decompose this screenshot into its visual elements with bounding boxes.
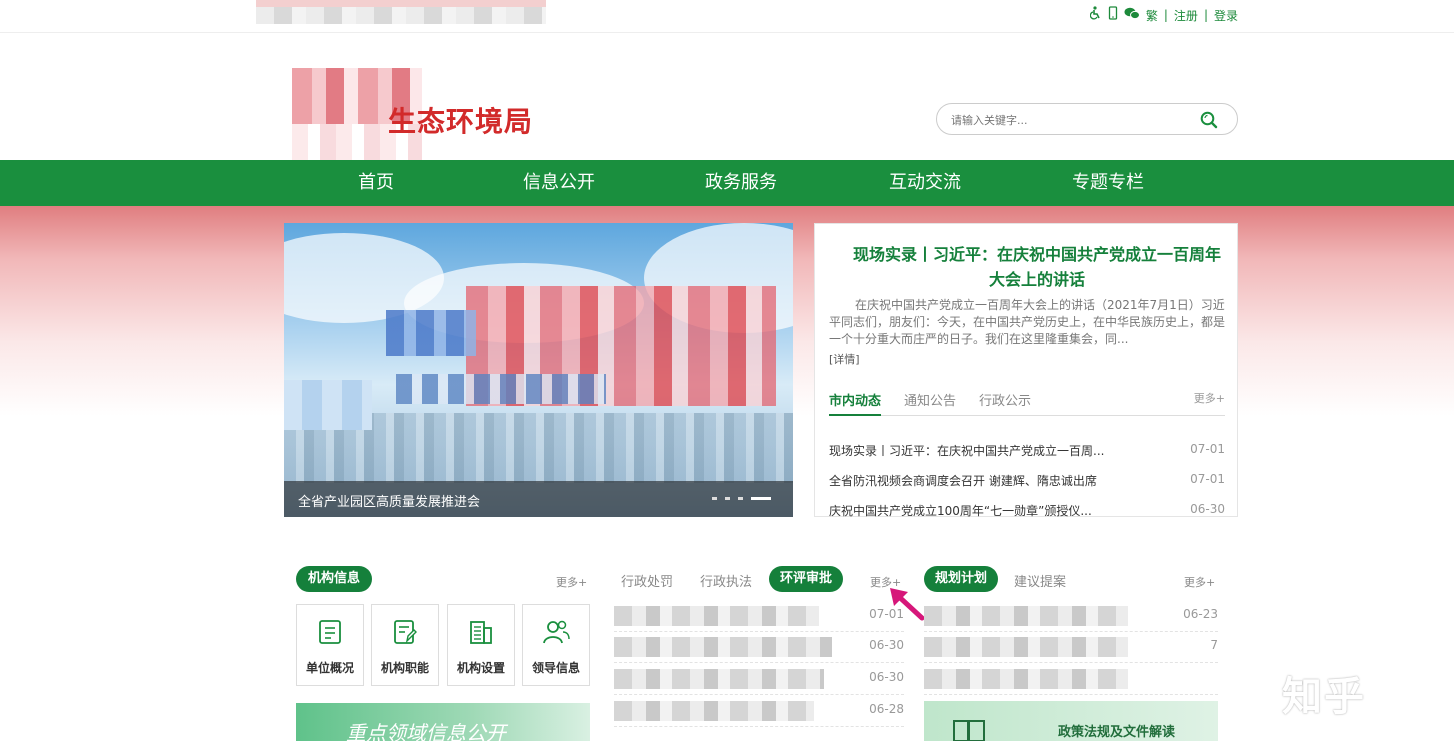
tab-planning[interactable]: 规划计划 bbox=[924, 566, 999, 592]
table-row[interactable]: 06-23 bbox=[924, 602, 1218, 632]
news-list: 现场实录丨习近平：在庆祝中国共产党成立一百周... 07-01 全省防汛视频会商… bbox=[829, 442, 1225, 532]
slide-dot[interactable] bbox=[725, 497, 730, 500]
mobile-icon[interactable] bbox=[1108, 6, 1118, 24]
tab-city-news[interactable]: 市内动态 bbox=[829, 390, 882, 416]
traditional-chinese-link[interactable]: 繁 bbox=[1146, 7, 1158, 24]
news-date: 07-01 bbox=[1190, 472, 1225, 486]
search-box bbox=[936, 103, 1238, 135]
news-more-link[interactable]: 更多+ bbox=[1194, 390, 1225, 406]
tab-proposals[interactable]: 建议提案 bbox=[1014, 571, 1066, 590]
document-edit-icon bbox=[394, 620, 417, 644]
blurred-row-title bbox=[614, 701, 814, 721]
watermark-text: 知乎 bbox=[1282, 674, 1366, 720]
wechat-icon[interactable] bbox=[1124, 7, 1140, 24]
site-header: 生态环境局 bbox=[0, 34, 1454, 160]
news-tabs: 市内动态 通知公告 行政公示 更多+ bbox=[829, 390, 1225, 416]
section-title-org-info[interactable]: 机构信息 bbox=[296, 566, 373, 592]
row-date: 06-30 bbox=[869, 638, 904, 652]
tile-structure[interactable]: 机构设置 bbox=[447, 604, 515, 686]
list-item[interactable]: 庆祝中国共产党成立100周年“七一勋章”颁授仪... 06-30 bbox=[829, 502, 1225, 532]
news-card: 现场实录丨习近平：在庆祝中国共产党成立一百周年大会上的讲话 在庆祝中国共产党成立… bbox=[814, 223, 1238, 518]
blurred-banner-text bbox=[284, 380, 372, 430]
top-bar: 繁 | 注册 | 登录 bbox=[0, 0, 1454, 33]
table-row[interactable]: 07-01 bbox=[614, 602, 904, 632]
banner-slideshow[interactable]: 全省产业园区高质量发展推进会 bbox=[284, 223, 793, 517]
table-row[interactable]: 06-30 bbox=[614, 665, 904, 695]
search-icon[interactable] bbox=[1199, 110, 1219, 130]
news-title[interactable]: 现场实录丨习近平：在庆祝中国共产党成立一百周... bbox=[829, 442, 1159, 459]
nav-item-government-services[interactable]: 政务服务 bbox=[681, 160, 801, 206]
row-date: 06-30 bbox=[869, 670, 904, 684]
blurred-row-title bbox=[924, 637, 1128, 657]
nav-item-interaction[interactable]: 互动交流 bbox=[865, 160, 985, 206]
register-link[interactable]: 注册 bbox=[1174, 7, 1198, 24]
focus-area-banner-text: 重点领域信息公开 bbox=[346, 721, 506, 741]
document-list-icon bbox=[319, 620, 341, 644]
row-date: 06-23 bbox=[1183, 607, 1218, 621]
table-row[interactable]: 7 bbox=[924, 633, 1218, 663]
slide-dot[interactable] bbox=[738, 497, 743, 500]
plan-more-link[interactable]: 更多+ bbox=[1184, 574, 1215, 590]
policy-banner-text: 政策法规及文件解读 bbox=[1058, 725, 1176, 740]
table-row[interactable]: 06-28 bbox=[614, 697, 904, 727]
tab-administrative-penalty[interactable]: 行政处罚 bbox=[621, 571, 673, 590]
table-row[interactable] bbox=[924, 665, 1218, 695]
zhihu-watermark: 知乎 bbox=[1282, 664, 1366, 722]
news-date: 07-01 bbox=[1190, 442, 1225, 456]
tab-notices[interactable]: 通知公告 bbox=[904, 390, 956, 416]
focus-area-banner[interactable]: 重点领域信息公开 bbox=[296, 703, 590, 741]
table-row[interactable]: 06-30 bbox=[614, 633, 904, 663]
tab-eia-approval[interactable]: 环评审批 bbox=[769, 566, 844, 592]
separator: | bbox=[1163, 8, 1168, 22]
people-icon bbox=[543, 620, 570, 644]
blurred-row-title bbox=[614, 606, 819, 626]
login-link[interactable]: 登录 bbox=[1214, 7, 1238, 24]
org-more-link[interactable]: 更多+ bbox=[556, 574, 587, 590]
tile-unit-overview[interactable]: 单位概况 bbox=[296, 604, 364, 686]
tile-functions[interactable]: 机构职能 bbox=[371, 604, 439, 686]
headline-link[interactable]: 现场实录丨习近平：在庆祝中国共产党成立一百周年大会上的讲话 bbox=[849, 242, 1225, 292]
news-title[interactable]: 庆祝中国共产党成立100周年“七一勋章”颁授仪... bbox=[829, 502, 1159, 519]
main-nav: 首页 信息公开 政务服务 互动交流 专题专栏 bbox=[0, 160, 1454, 206]
banner-caption[interactable]: 全省产业园区高质量发展推进会 bbox=[298, 491, 480, 510]
top-links: 繁 | 注册 | 登录 bbox=[1089, 6, 1238, 24]
detail-link[interactable]: [详情] bbox=[829, 351, 860, 367]
blurred-banner-subtitle bbox=[396, 374, 606, 404]
blurred-row-title bbox=[614, 637, 832, 657]
tile-label: 机构职能 bbox=[380, 661, 429, 675]
tile-leadership[interactable]: 领导信息 bbox=[522, 604, 590, 686]
blurred-row-title bbox=[614, 669, 824, 689]
nav-item-special-topics[interactable]: 专题专栏 bbox=[1048, 160, 1168, 206]
separator: | bbox=[1203, 8, 1208, 22]
book-icon bbox=[953, 720, 985, 741]
tab-administrative-enforcement[interactable]: 行政执法 bbox=[700, 571, 752, 590]
news-date: 06-30 bbox=[1190, 502, 1225, 516]
blurred-row-title bbox=[924, 669, 1128, 689]
accessibility-icon[interactable] bbox=[1089, 6, 1102, 24]
news-title[interactable]: 全省防汛视频会商调度会召开 谢建辉、隋忠诚出席 bbox=[829, 472, 1159, 489]
headline-summary: 在庆祝中国共产党成立一百周年大会上的讲话（2021年7月1日）习近平同志们，朋友… bbox=[829, 298, 1226, 346]
nav-item-home[interactable]: 首页 bbox=[316, 160, 436, 206]
slide-indicators bbox=[712, 497, 771, 500]
tile-label: 领导信息 bbox=[531, 661, 580, 675]
tile-label: 单位概况 bbox=[305, 661, 354, 675]
banner-caption-bar: 全省产业园区高质量发展推进会 bbox=[284, 481, 793, 517]
building-icon bbox=[470, 621, 492, 644]
list-item[interactable]: 全省防汛视频会商调度会召开 谢建辉、隋忠诚出席 07-01 bbox=[829, 472, 1225, 502]
highlight-arrow-icon bbox=[890, 588, 925, 621]
tab-administrative-publicity[interactable]: 行政公示 bbox=[979, 390, 1031, 416]
policy-interpretation-banner[interactable]: 政策法规及文件解读 bbox=[924, 701, 1218, 741]
row-date: 06-28 bbox=[869, 702, 904, 716]
slide-dot[interactable] bbox=[712, 497, 717, 500]
tile-label: 机构设置 bbox=[456, 661, 505, 675]
blurred-banner-title bbox=[386, 310, 476, 356]
slide-dot-active[interactable] bbox=[751, 497, 771, 500]
site-logo-text[interactable]: 生态环境局 bbox=[388, 100, 533, 140]
row-date: 7 bbox=[1210, 638, 1218, 652]
nav-item-info-disclosure[interactable]: 信息公开 bbox=[499, 160, 619, 206]
search-input[interactable] bbox=[951, 110, 1191, 130]
blurred-top-strip bbox=[256, 0, 546, 24]
list-item[interactable]: 现场实录丨习近平：在庆祝中国共产党成立一百周... 07-01 bbox=[829, 442, 1225, 472]
blurred-row-title bbox=[924, 606, 1128, 626]
